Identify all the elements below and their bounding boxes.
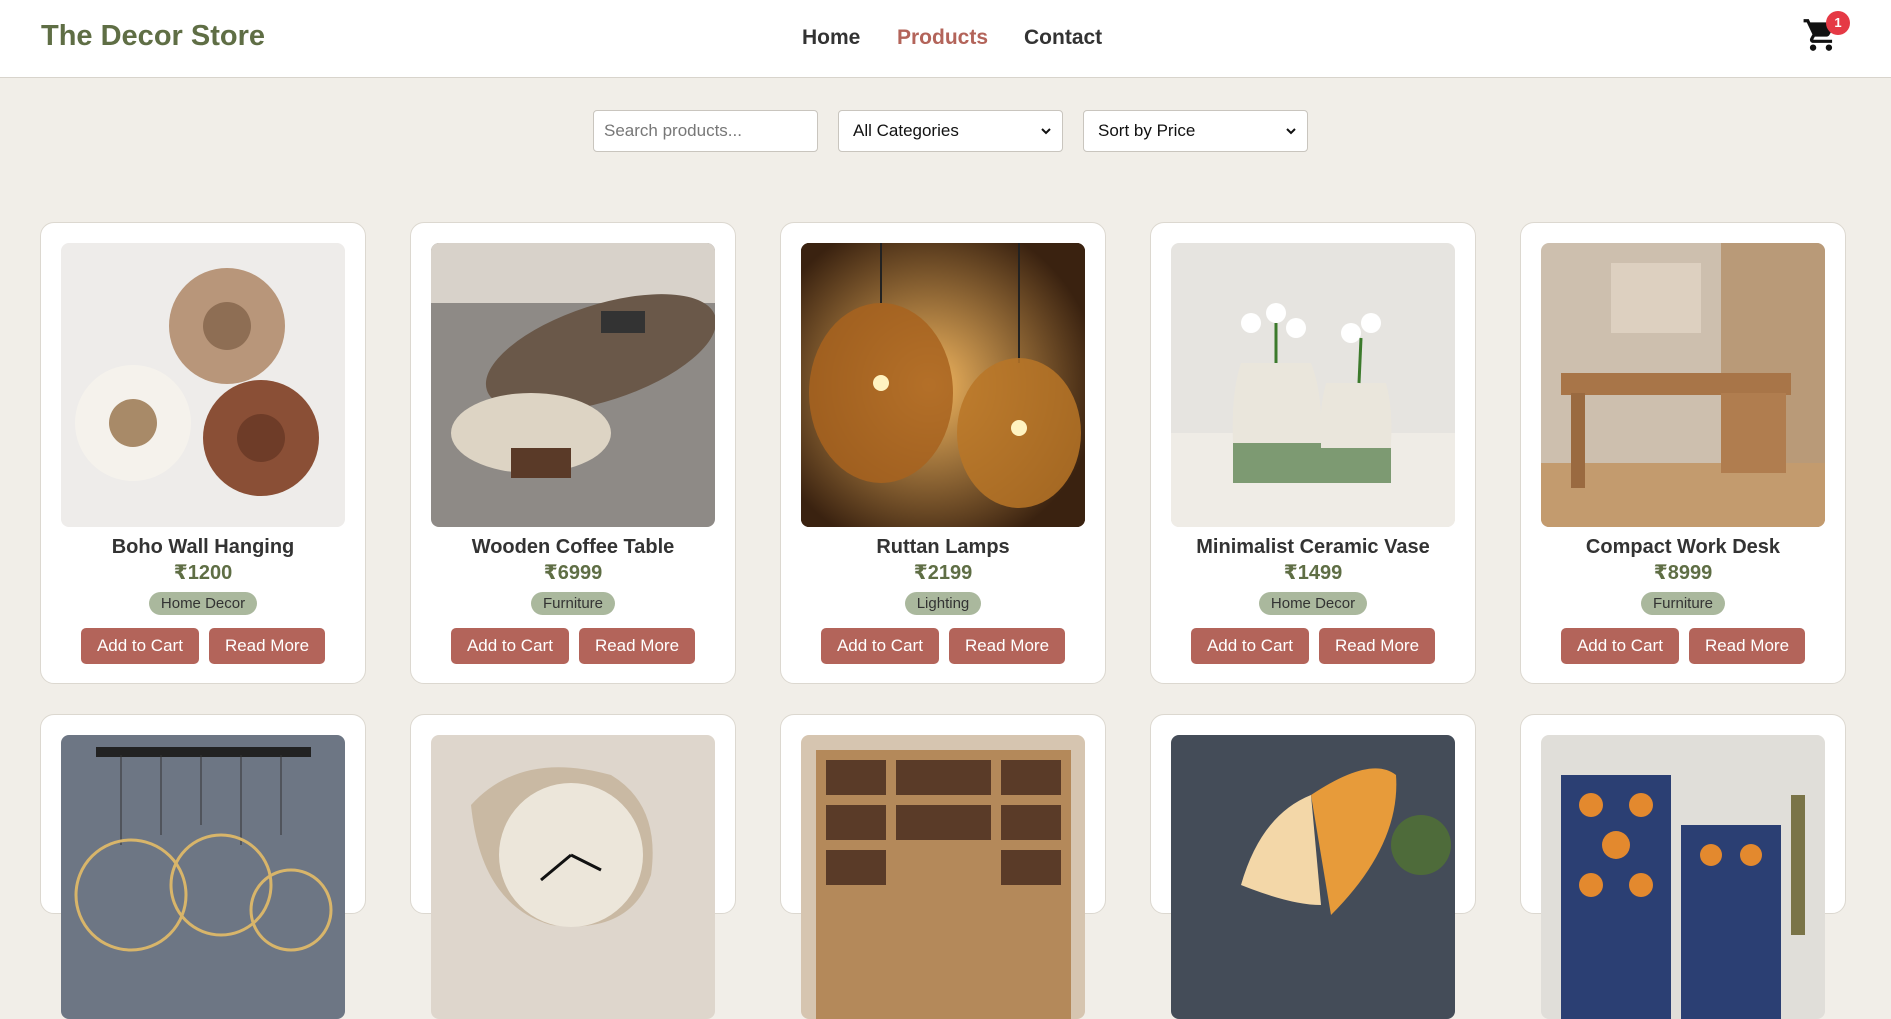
product-image[interactable] bbox=[61, 735, 345, 1019]
product-title: Ruttan Lamps bbox=[876, 536, 1010, 558]
add-to-cart-button[interactable]: Add to Cart bbox=[820, 628, 939, 664]
add-to-cart-button[interactable]: Add to Cart bbox=[1190, 628, 1309, 664]
top-header: The Decor Store Home Products Contact 1 bbox=[0, 0, 1891, 78]
product-title: Wooden Coffee Table bbox=[471, 536, 675, 558]
read-more-button[interactable]: Read More bbox=[1688, 628, 1806, 664]
category-select[interactable]: All Categories bbox=[838, 110, 1063, 152]
search-input[interactable]: Search products... bbox=[593, 110, 818, 152]
product-price: ₹2199 bbox=[913, 562, 973, 584]
product-image[interactable] bbox=[1171, 243, 1455, 527]
product-title: Compact Work Desk bbox=[1585, 536, 1781, 558]
product-image[interactable] bbox=[61, 243, 345, 527]
product-card bbox=[1150, 714, 1476, 1019]
sort-select[interactable]: Sort by Price bbox=[1083, 110, 1308, 152]
read-more-button[interactable]: Read More bbox=[1318, 628, 1436, 664]
category-tag: Home Decor bbox=[148, 592, 258, 615]
product-card bbox=[780, 714, 1106, 1019]
add-to-cart-button[interactable]: Add to Cart bbox=[80, 628, 199, 664]
product-title: Boho Wall Hanging bbox=[111, 536, 295, 558]
category-tag: Lighting bbox=[904, 592, 982, 615]
product-image[interactable] bbox=[431, 243, 715, 527]
product-title: Minimalist Ceramic Vase bbox=[1196, 536, 1430, 558]
read-more-button[interactable]: Read More bbox=[578, 628, 696, 664]
category-tag: Home Decor bbox=[1258, 592, 1368, 615]
product-card bbox=[410, 714, 736, 1019]
category-select-value: All Categories bbox=[853, 121, 959, 140]
product-image[interactable] bbox=[801, 243, 1085, 527]
nav-products[interactable]: Products bbox=[897, 26, 988, 50]
category-tag: Furniture bbox=[530, 592, 616, 615]
product-card: Minimalist Ceramic Vase ₹1499 Home Decor… bbox=[1150, 222, 1476, 684]
product-card: Ruttan Lamps ₹2199 Lighting Add to Cart … bbox=[780, 222, 1106, 684]
product-card: Wooden Coffee Table ₹6999 Furniture Add … bbox=[410, 222, 736, 684]
product-image[interactable] bbox=[801, 735, 1085, 1019]
sort-select-value: Sort by Price bbox=[1098, 121, 1196, 140]
product-price: ₹6999 bbox=[543, 562, 603, 584]
chevron-down-icon bbox=[1041, 128, 1051, 135]
chevron-down-icon bbox=[1286, 128, 1296, 135]
main-nav: Home Products Contact bbox=[0, 26, 1891, 56]
product-card bbox=[1520, 714, 1846, 1019]
product-image[interactable] bbox=[1541, 243, 1825, 527]
product-image[interactable] bbox=[1541, 735, 1825, 1019]
add-to-cart-button[interactable]: Add to Cart bbox=[1560, 628, 1679, 664]
cart-button[interactable]: 1 bbox=[1802, 11, 1850, 56]
add-to-cart-button[interactable]: Add to Cart bbox=[450, 628, 569, 664]
product-card: Boho Wall Hanging ₹1200 Home Decor Add t… bbox=[40, 222, 366, 684]
nav-contact[interactable]: Contact bbox=[1024, 26, 1102, 50]
product-card bbox=[40, 714, 366, 1019]
category-tag: Furniture bbox=[1640, 592, 1726, 615]
filter-bar: Search products... All Categories Sort b… bbox=[0, 110, 1891, 152]
product-image[interactable] bbox=[1171, 735, 1455, 1019]
product-image[interactable] bbox=[431, 735, 715, 1019]
read-more-button[interactable]: Read More bbox=[948, 628, 1066, 664]
cart-count-badge: 1 bbox=[1826, 11, 1850, 35]
product-price: ₹1200 bbox=[173, 562, 233, 584]
nav-home[interactable]: Home bbox=[802, 26, 860, 50]
product-price: ₹8999 bbox=[1653, 562, 1713, 584]
read-more-button[interactable]: Read More bbox=[208, 628, 326, 664]
product-price: ₹1499 bbox=[1283, 562, 1343, 584]
product-card: Compact Work Desk ₹8999 Furniture Add to… bbox=[1520, 222, 1846, 684]
